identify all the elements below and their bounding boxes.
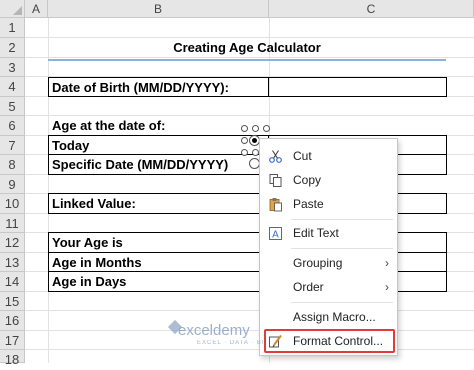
row-header[interactable]: 16 — [0, 311, 25, 331]
row-header[interactable]: 3 — [0, 58, 25, 77]
age-days-label: Age in Days — [52, 274, 127, 289]
watermark-tagline: EXCEL · DATA · BI — [197, 340, 265, 346]
menu-label-format-control: Format Control... — [293, 334, 384, 348]
menu-label-copy: Copy — [293, 173, 322, 187]
today-label: Today — [52, 138, 90, 153]
menu-label-grouping: Grouping — [293, 256, 343, 270]
menu-item-cut[interactable]: Cut — [260, 144, 397, 168]
row-header[interactable]: 5 — [0, 97, 25, 116]
paste-icon — [269, 198, 282, 212]
row-header[interactable]: 13 — [0, 253, 25, 272]
row-header[interactable]: 12 — [0, 233, 25, 253]
sheet-title: Creating Age Calculator — [173, 40, 321, 55]
row-header[interactable]: 4 — [0, 77, 25, 97]
row-header[interactable]: 9 — [0, 175, 25, 194]
menu-item-grouping[interactable]: Grouping › — [260, 251, 397, 275]
specific-date-label: Specific Date (MM/DD/YYYY) — [52, 157, 229, 172]
menu-separator — [291, 248, 393, 249]
select-all-icon — [13, 6, 22, 15]
scissors-icon — [269, 150, 282, 163]
column-header-b[interactable]: B — [48, 0, 269, 18]
menu-label-order: Order — [293, 280, 324, 294]
menu-item-assign-macro[interactable]: Assign Macro... — [260, 305, 397, 329]
age-months-label: Age in Months — [52, 255, 142, 270]
dob-label: Date of Birth (MM/DD/YYYY): — [52, 80, 229, 95]
row-header[interactable]: 7 — [0, 136, 25, 155]
menu-label-assign-macro: Assign Macro... — [293, 310, 376, 324]
menu-item-edit-text[interactable]: A Edit Text — [260, 221, 397, 245]
row-header[interactable]: 1 — [0, 18, 25, 38]
linked-value-label: Linked Value: — [52, 196, 136, 211]
menu-label-edit-text: Edit Text — [293, 226, 339, 240]
menu-label-cut: Cut — [293, 149, 312, 163]
column-header-a[interactable]: A — [25, 0, 48, 18]
resize-handle[interactable] — [252, 149, 259, 156]
gridline — [25, 349, 474, 350]
resize-handle[interactable] — [241, 149, 248, 156]
chevron-right-icon: › — [385, 256, 389, 270]
row-header[interactable]: 8 — [0, 155, 25, 175]
row-header[interactable]: 10 — [0, 194, 25, 214]
resize-handle[interactable] — [241, 137, 248, 144]
row-header[interactable]: 18 — [0, 350, 25, 367]
age-at-label: Age at the date of: — [52, 118, 166, 133]
row-header[interactable]: 11 — [0, 214, 25, 233]
menu-separator — [291, 219, 393, 220]
resize-handle[interactable] — [241, 125, 248, 132]
copy-icon — [269, 174, 282, 187]
menu-item-copy[interactable]: Copy — [260, 168, 397, 192]
menu-label-paste: Paste — [293, 197, 324, 211]
resize-handle[interactable] — [252, 125, 259, 132]
menu-item-paste[interactable]: Paste — [260, 192, 397, 216]
dob-divider — [268, 77, 269, 97]
menu-separator — [291, 302, 393, 303]
row-header[interactable]: 15 — [0, 292, 25, 311]
row-header[interactable]: 17 — [0, 331, 25, 350]
menu-item-format-control[interactable]: Format Control... — [260, 329, 397, 353]
resize-handle[interactable] — [263, 125, 270, 132]
svg-text:A: A — [272, 230, 279, 241]
menu-item-order[interactable]: Order › — [260, 275, 397, 299]
chevron-right-icon: › — [385, 280, 389, 294]
text-box-icon: A — [269, 227, 282, 241]
row-header[interactable]: 14 — [0, 272, 25, 292]
gridline — [25, 310, 474, 311]
row-header[interactable]: 2 — [0, 38, 25, 58]
format-control-icon — [269, 334, 282, 348]
title-underline — [48, 59, 446, 61]
select-all-corner[interactable] — [0, 0, 25, 18]
gridline — [25, 115, 474, 116]
radio-selected-dot — [252, 138, 257, 143]
your-age-label: Your Age is — [52, 235, 123, 250]
watermark-name: exceldemy — [178, 322, 250, 339]
row-header[interactable]: 6 — [0, 116, 25, 136]
context-menu: Cut Copy Paste A Edit Text Grouping › Or… — [259, 138, 398, 356]
gridline — [48, 18, 49, 363]
column-header-c[interactable]: C — [269, 0, 474, 18]
